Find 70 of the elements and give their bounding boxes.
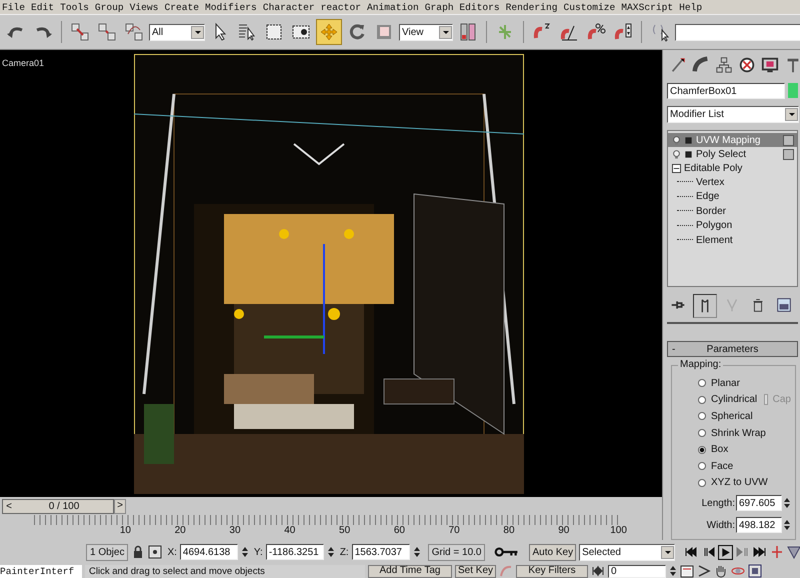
menu-item[interactable]: Graph Editors (424, 2, 500, 12)
status-prompt: Click and drag to select and move objects (85, 564, 365, 578)
set-key-button[interactable]: Set Key (455, 564, 496, 578)
frame-number: 80 (502, 525, 516, 536)
menu-item[interactable]: Tools (60, 2, 89, 12)
menu-item[interactable]: Group (94, 2, 124, 12)
field-label: Width: (706, 520, 735, 530)
radio-label[interactable]: Shrink Wrap (711, 428, 766, 439)
frame-number: 10 (118, 525, 132, 536)
frame-number: 40 (283, 525, 296, 536)
track-bar[interactable]: 10 20 30 40 50 60 70 80 90 100 (0, 515, 662, 540)
group-label: Mapping: (678, 359, 724, 370)
frame-number: 50 (338, 525, 352, 536)
radio-label[interactable]: Cylindrical (711, 394, 758, 406)
frame-number: 20 (174, 525, 187, 536)
menu-item[interactable]: Edit (31, 2, 54, 12)
current-frame-field[interactable]: 0 (608, 564, 666, 578)
frame-number: 100 (609, 525, 628, 536)
menu-item[interactable]: File (2, 2, 26, 12)
radio-label[interactable]: Box (711, 444, 728, 456)
time-slider-thumb[interactable]: < 0 / 100 (2, 498, 114, 514)
menu-item[interactable]: reactor (320, 2, 361, 12)
key-mode-dropdown[interactable]: Selected (579, 544, 676, 560)
coordinate-field[interactable]: 1563.7037 (352, 544, 410, 560)
axis-label: Z: (340, 546, 349, 558)
menu-item[interactable]: Customize (563, 2, 616, 12)
radio-label[interactable]: Face (711, 460, 734, 472)
modifier-stack-item[interactable]: Poly Select (668, 147, 797, 161)
axis-label: Y: (254, 546, 263, 558)
add-time-tag-button[interactable]: Add Time Tag (368, 564, 452, 578)
menu-item[interactable]: Animation (366, 2, 419, 12)
modifier-stack-item[interactable]: UVW Mapping (668, 133, 797, 147)
spinner-field[interactable]: 697.605 (736, 495, 782, 512)
coordinate-field[interactable]: -1186.3251 (266, 544, 324, 560)
frame-number: 30 (228, 525, 242, 536)
menu-item[interactable]: Character (262, 2, 315, 12)
modifier-list-dropdown[interactable]: Modifier List (667, 106, 799, 123)
frame-number: 70 (448, 525, 461, 536)
menu-item[interactable]: Help (679, 2, 702, 12)
frame-number: 90 (557, 525, 570, 536)
menu-item[interactable]: MAXScript (621, 2, 674, 12)
coordinate-field[interactable]: 4694.6138 (180, 544, 238, 560)
sub-object-item[interactable]: Border (696, 206, 726, 217)
next-frame-button[interactable]: > (114, 498, 126, 514)
grid-size-field: Grid = 10.0 (428, 544, 486, 560)
viewport-label[interactable]: Camera01 (2, 58, 44, 68)
selection-filter-dropdown[interactable]: All (149, 24, 205, 40)
frame-number: 60 (392, 525, 406, 536)
sub-object-item[interactable]: Element (696, 234, 733, 246)
menu-item[interactable]: Rendering (506, 2, 558, 12)
sub-object-item[interactable]: Vertex (696, 176, 724, 188)
reference-coordinate-dropdown[interactable]: View (399, 24, 453, 40)
field-label: Length: (702, 498, 735, 509)
key-filters-button[interactable]: Key Filters (516, 564, 588, 578)
modifier-stack-item[interactable]: Editable Poly (668, 161, 797, 175)
axis-label: X: (167, 546, 177, 558)
radio-label[interactable]: Spherical (711, 410, 753, 422)
parameters-rollout-header[interactable]: - Parameters (667, 341, 798, 358)
sub-object-item[interactable]: Polygon (696, 220, 732, 232)
radio-label[interactable]: Planar (711, 378, 740, 389)
menu-item[interactable]: Create (164, 2, 199, 12)
menu-item[interactable]: Views (130, 2, 158, 12)
spinner-field[interactable]: 498.182 (736, 517, 782, 533)
menu-item[interactable]: Modifiers (205, 2, 257, 12)
object-name-field[interactable]: ChamferBox01 (667, 83, 785, 99)
selection-count-field: 1 Objec (86, 544, 128, 560)
radio-label[interactable]: XYZ to UVW (711, 477, 768, 488)
script-listener-field[interactable]: PainterInterf (0, 564, 82, 578)
auto-key-button[interactable]: Auto Key (529, 544, 576, 560)
sub-object-item[interactable]: Edge (696, 191, 720, 202)
